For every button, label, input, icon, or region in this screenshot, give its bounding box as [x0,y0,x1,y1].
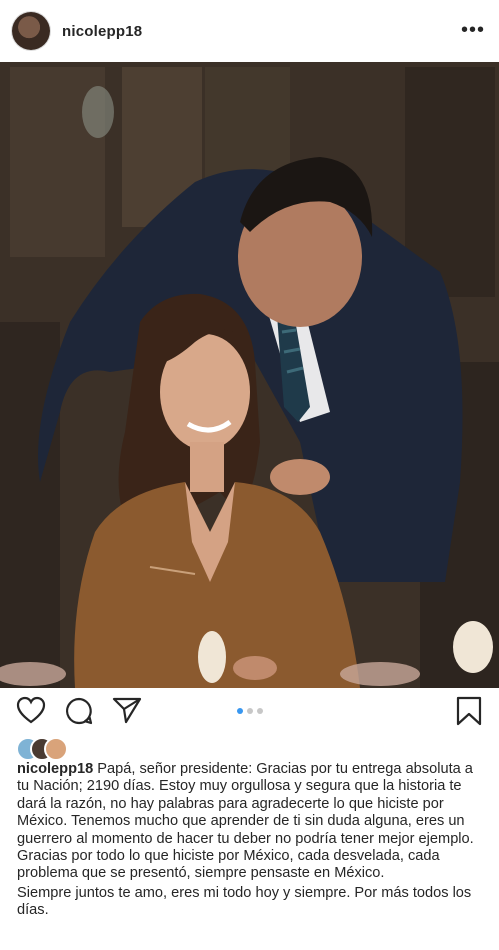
avatar[interactable] [12,12,50,50]
post-image[interactable] [0,62,499,688]
carousel-indicator [236,708,263,714]
caption-text: Papá, señor presidente: Gracias por tu e… [17,761,474,882]
comment-icon[interactable] [64,696,94,731]
more-icon[interactable]: ••• [461,20,485,40]
carousel-dot [256,708,263,714]
post-header: nicolepp18 ••• [0,0,499,62]
post-photo-illustration [0,62,499,688]
caption-username[interactable]: nicolepp18 [17,761,93,777]
bookmark-icon[interactable] [455,696,483,731]
carousel-dot [246,708,253,714]
carousel-dot [236,708,243,714]
caption-text-2: Siempre juntos te amo, eres mi todo hoy … [17,884,472,919]
post-actions [0,688,499,733]
heart-icon[interactable] [16,696,46,729]
post-caption: nicolepp18 Papá, señor presidente: Graci… [0,761,499,920]
liked-by-avatars[interactable] [0,733,499,761]
share-icon[interactable] [112,696,142,729]
avatar [44,737,68,761]
username[interactable]: nicolepp18 [62,23,142,40]
